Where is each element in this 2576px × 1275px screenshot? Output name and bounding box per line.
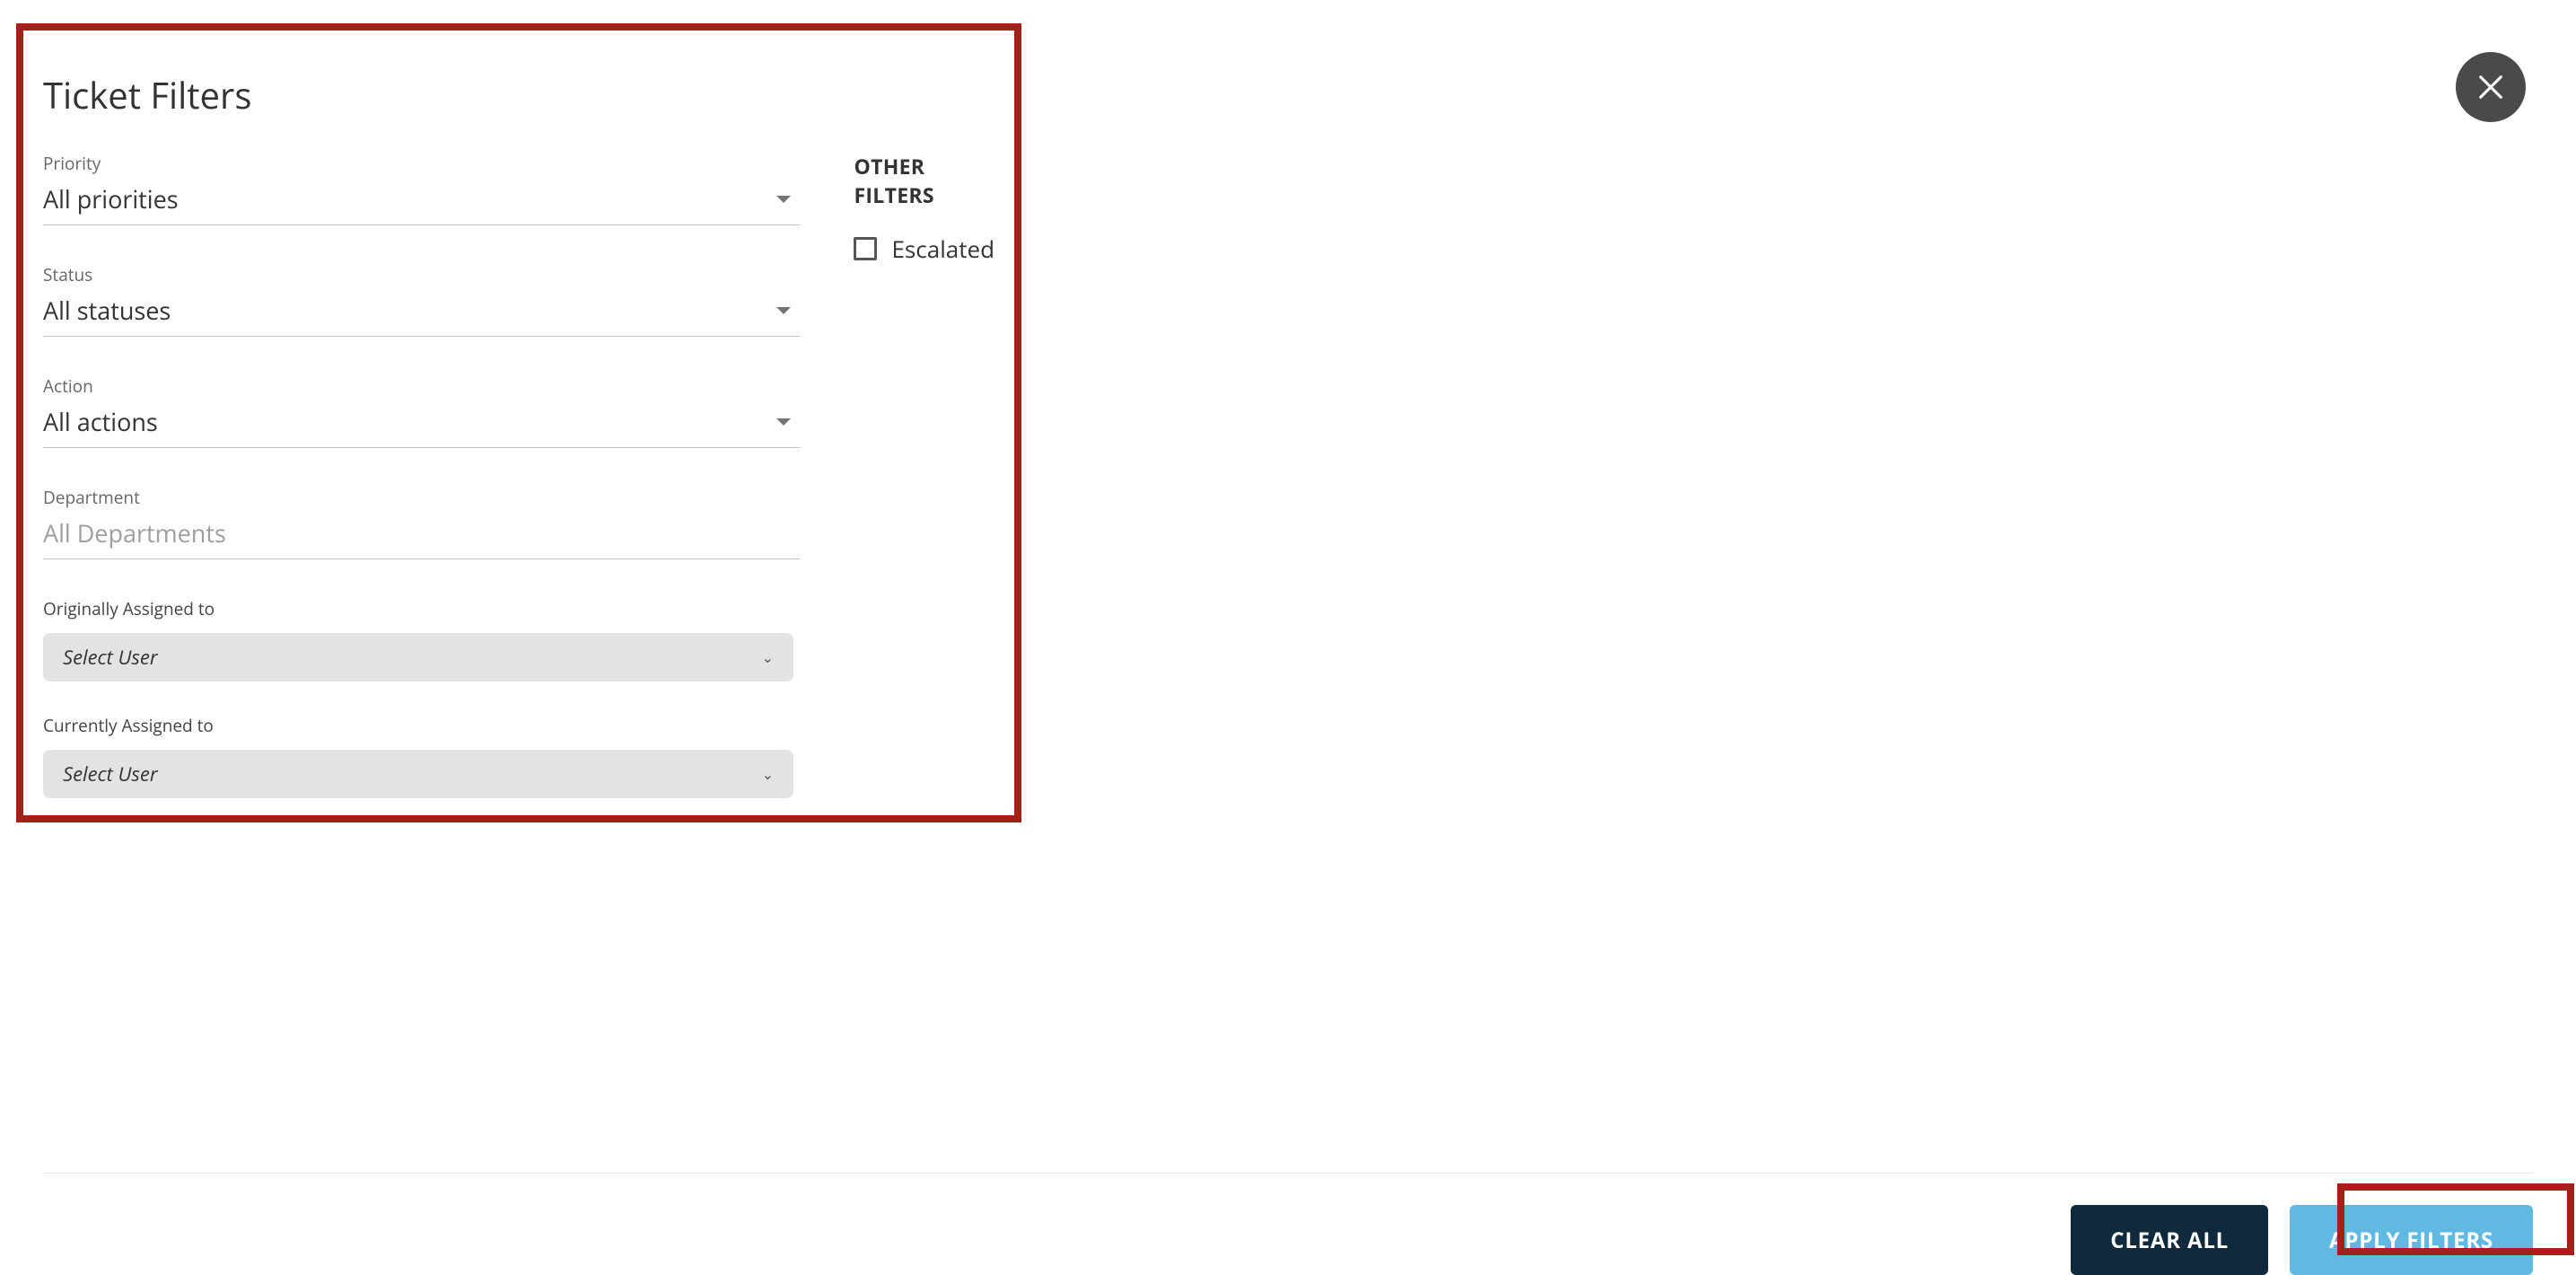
action-select[interactable]: All actions [43, 400, 800, 448]
filter-columns: Priority All priorities Status All statu… [43, 152, 994, 831]
currently-assigned-label: Currently Assigned to [43, 714, 800, 737]
status-value: All statuses [43, 294, 171, 327]
priority-value: All priorities [43, 182, 179, 215]
checkbox-icon [854, 237, 877, 260]
priority-label: Priority [43, 152, 800, 175]
originally-assigned-select[interactable]: Select User ⌄ [43, 633, 793, 681]
department-field: Department All Departments [43, 486, 800, 559]
status-field: Status All statuses [43, 263, 800, 337]
priority-select[interactable]: All priorities [43, 177, 800, 225]
escalated-checkbox-row[interactable]: Escalated [854, 233, 994, 265]
escalated-label: Escalated [891, 233, 994, 265]
panel-title: Ticket Filters [43, 70, 994, 119]
action-value: All actions [43, 405, 158, 438]
apply-filters-button[interactable]: APPLY FILTERS [2290, 1205, 2533, 1275]
chevron-down-icon: ⌄ [762, 764, 774, 784]
status-label: Status [43, 263, 800, 286]
filters-left-column: Priority All priorities Status All statu… [43, 152, 800, 831]
footer-actions: CLEAR ALL APPLY FILTERS [43, 1205, 2533, 1275]
footer-divider [43, 1173, 2533, 1174]
status-select[interactable]: All statuses [43, 288, 800, 337]
caret-down-icon [776, 418, 791, 426]
filters-right-column: OTHER FILTERS Escalated [854, 152, 994, 831]
originally-assigned-field: Originally Assigned to Select User ⌄ [43, 597, 800, 681]
department-select[interactable]: All Departments [43, 511, 800, 559]
caret-down-icon [776, 196, 791, 203]
priority-field: Priority All priorities [43, 152, 800, 225]
other-filters-heading: OTHER FILTERS [854, 152, 994, 209]
ticket-filters-panel: Ticket Filters Priority All priorities S… [43, 70, 994, 831]
originally-assigned-placeholder: Select User [63, 644, 158, 671]
currently-assigned-select[interactable]: Select User ⌄ [43, 750, 793, 798]
originally-assigned-label: Originally Assigned to [43, 597, 800, 620]
department-label: Department [43, 486, 800, 509]
currently-assigned-placeholder: Select User [63, 761, 158, 787]
chevron-down-icon: ⌄ [762, 647, 774, 667]
action-field: Action All actions [43, 374, 800, 448]
clear-all-button[interactable]: CLEAR ALL [2071, 1205, 2268, 1275]
caret-down-icon [776, 307, 791, 314]
action-label: Action [43, 374, 800, 398]
close-icon [2475, 72, 2506, 102]
currently-assigned-field: Currently Assigned to Select User ⌄ [43, 714, 800, 798]
close-button[interactable] [2456, 52, 2526, 122]
department-placeholder: All Departments [43, 516, 226, 550]
